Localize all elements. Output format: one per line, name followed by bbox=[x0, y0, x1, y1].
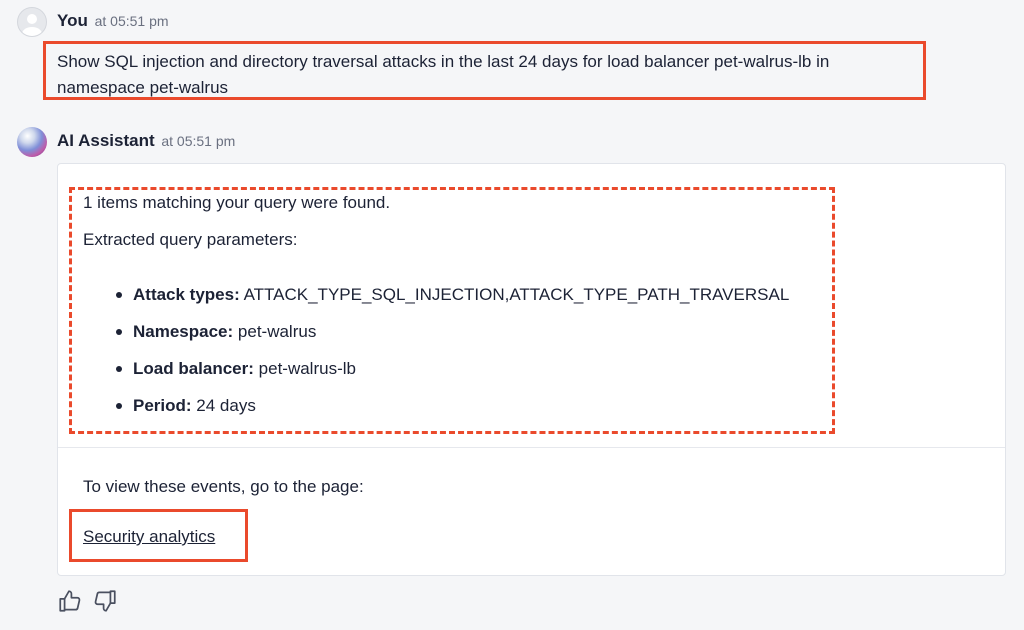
param-value: ATTACK_TYPE_SQL_INJECTION,ATTACK_TYPE_PA… bbox=[243, 285, 790, 304]
card-divider bbox=[58, 447, 1005, 448]
assistant-avatar bbox=[17, 127, 47, 157]
thumbs-up-icon[interactable] bbox=[57, 588, 83, 614]
param-key: Attack types: bbox=[133, 285, 240, 304]
param-key: Period: bbox=[133, 396, 192, 415]
user-avatar bbox=[17, 7, 47, 37]
security-analytics-link[interactable]: Security analytics bbox=[83, 527, 215, 547]
assistant-message-time: at 05:51 pm bbox=[161, 133, 236, 149]
param-key: Load balancer: bbox=[133, 359, 254, 378]
assistant-message-header: AI Assistant at 05:51 pm bbox=[57, 131, 235, 151]
param-value: pet-walrus bbox=[237, 322, 317, 341]
param-value: pet-walrus-lb bbox=[258, 359, 356, 378]
param-period: Period: 24 days bbox=[113, 395, 789, 432]
thumbs-down-icon[interactable] bbox=[92, 588, 118, 614]
user-message-header: You at 05:51 pm bbox=[57, 11, 169, 31]
user-silhouette-icon bbox=[22, 14, 42, 36]
param-load-balancer: Load balancer: pet-walrus-lb bbox=[113, 358, 789, 395]
extracted-params-label: Extracted query parameters: bbox=[83, 230, 298, 249]
param-attack-types: Attack types: ATTACK_TYPE_SQL_INJECTION,… bbox=[113, 284, 789, 321]
user-message-time: at 05:51 pm bbox=[94, 13, 169, 29]
param-key: Namespace: bbox=[133, 322, 234, 341]
param-value: 24 days bbox=[196, 396, 256, 415]
query-params-list: Attack types: ATTACK_TYPE_SQL_INJECTION,… bbox=[113, 284, 789, 432]
user-author-name: You bbox=[57, 11, 88, 30]
results-count-text: 1 items matching your query were found. bbox=[83, 193, 391, 212]
assistant-author-name: AI Assistant bbox=[57, 131, 155, 150]
view-events-text: To view these events, go to the page: bbox=[83, 477, 364, 496]
user-message-text: Show SQL injection and directory travers… bbox=[43, 41, 926, 100]
param-namespace: Namespace: pet-walrus bbox=[113, 321, 789, 358]
